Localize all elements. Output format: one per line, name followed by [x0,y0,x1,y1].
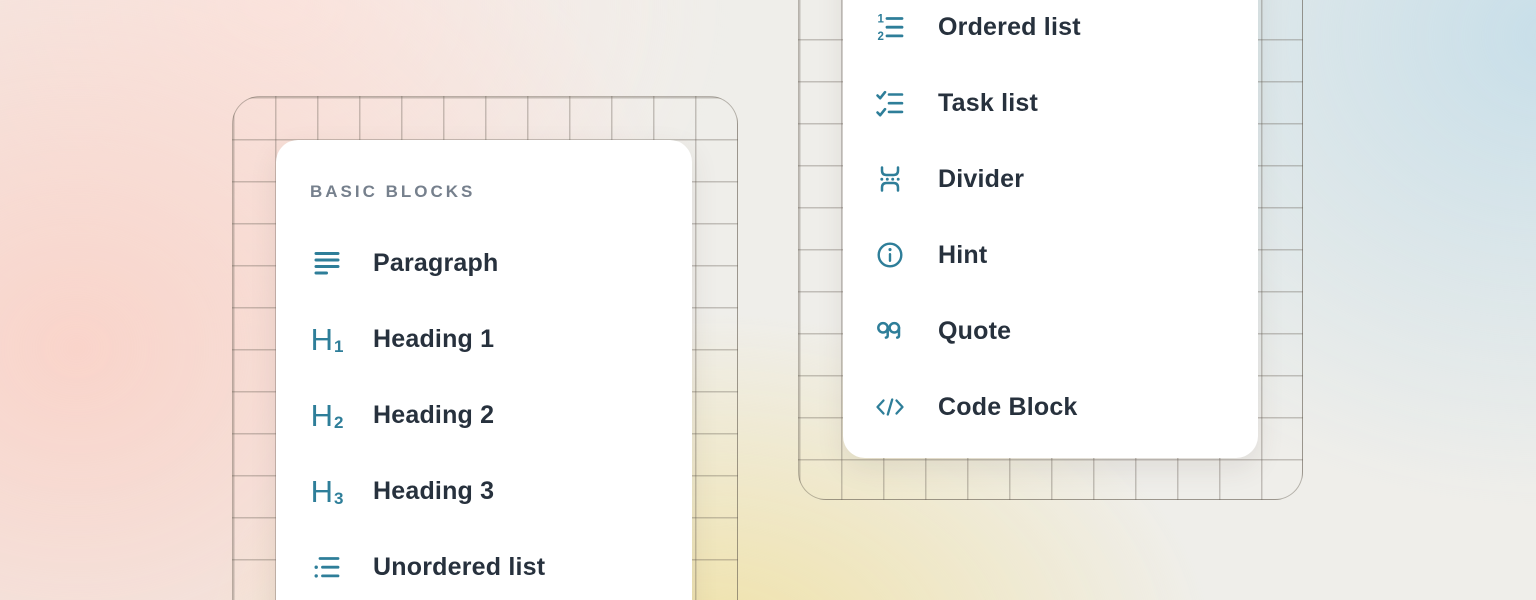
block-menu-illustration: BASIC BLOCKS Paragraph H1 Heading 1 H2 H… [0,0,1536,600]
heading-1-icon: H1 [310,322,344,356]
heading-3-icon: H3 [310,474,344,508]
svg-text:2: 2 [878,31,884,42]
ordered-list-icon: 1 2 [873,10,907,44]
advanced-blocks-menu: 1 2 Ordered list Task list Divider [843,0,1258,458]
task-list-icon [873,86,907,120]
code-block-icon [873,390,907,424]
quote-icon [873,314,907,348]
basic-blocks-menu-list: Paragraph H1 Heading 1 H2 Heading 2 H3 H… [310,225,692,600]
heading-2-icon: H2 [310,398,344,432]
divider-icon [873,162,907,196]
menu-item-divider[interactable]: Divider [873,141,1258,217]
menu-item-unordered-list[interactable]: Unordered list [310,529,692,600]
menu-item-code-block[interactable]: Code Block [873,369,1258,445]
menu-item-heading-2[interactable]: H2 Heading 2 [310,377,692,453]
hint-icon [873,238,907,272]
paragraph-icon [310,246,344,280]
advanced-blocks-menu-list: 1 2 Ordered list Task list Divider [873,0,1258,445]
menu-item-quote[interactable]: Quote [873,293,1258,369]
basic-blocks-menu: BASIC BLOCKS Paragraph H1 Heading 1 H2 H… [276,140,692,600]
unordered-list-icon [310,550,344,584]
menu-item-paragraph[interactable]: Paragraph [310,225,692,301]
svg-text:1: 1 [878,14,885,26]
menu-item-hint[interactable]: Hint [873,217,1258,293]
menu-item-ordered-list[interactable]: 1 2 Ordered list [873,0,1258,65]
menu-item-task-list[interactable]: Task list [873,65,1258,141]
section-label-basic-blocks: BASIC BLOCKS [310,180,692,204]
menu-item-heading-1[interactable]: H1 Heading 1 [310,301,692,377]
menu-item-heading-3[interactable]: H3 Heading 3 [310,453,692,529]
